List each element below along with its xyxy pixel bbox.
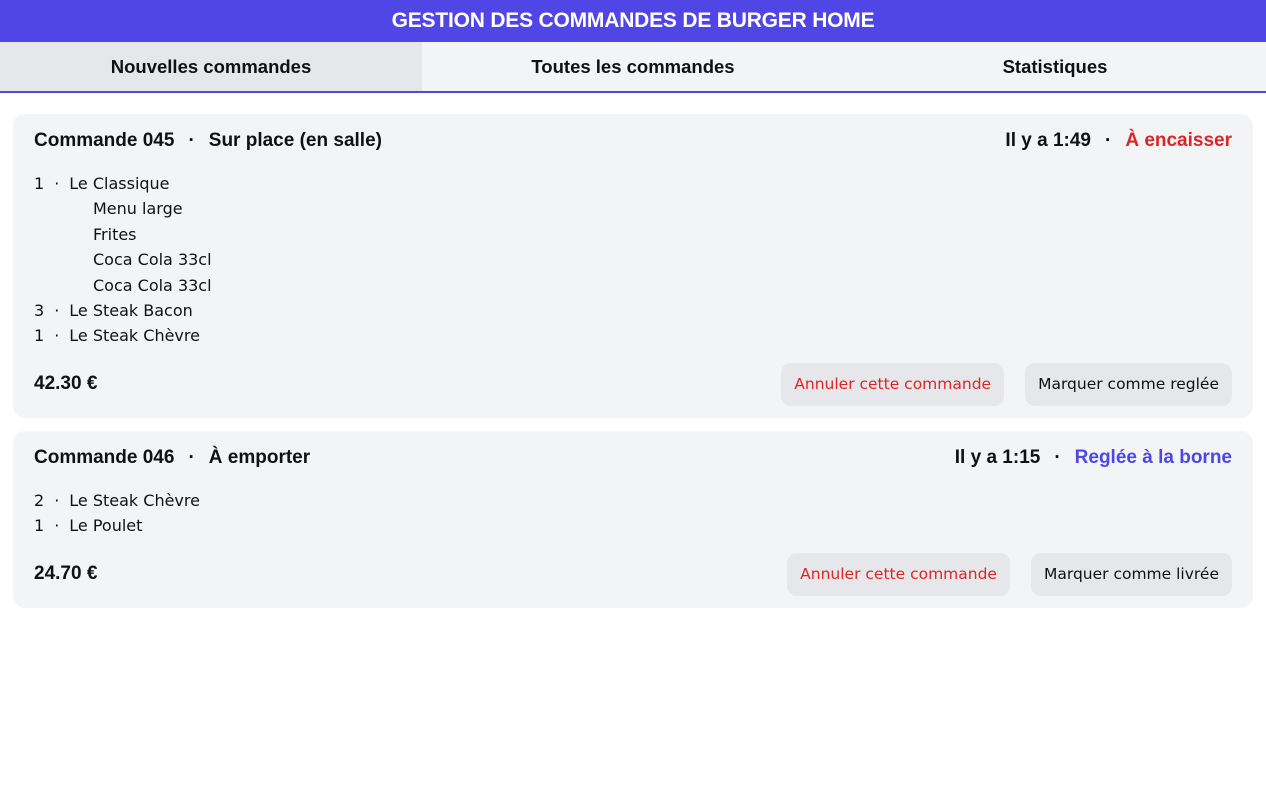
- order-header: Commande 046 · À emporter Il y a 1:15 · …: [34, 445, 1232, 471]
- order-mode: À emporter: [208, 446, 311, 468]
- cancel-order-button[interactable]: Annuler cette commande: [787, 552, 1010, 596]
- order-status: À encaisser: [1125, 130, 1232, 151]
- order-item: 1 · Le Poulet: [34, 513, 1232, 538]
- order-item: 2 · Le Steak Chèvre: [34, 488, 1232, 513]
- tab-bar: Nouvelles commandes Toutes les commandes…: [0, 42, 1266, 93]
- separator-dot: ·: [188, 446, 195, 468]
- order-elapsed-time: Il y a 1:49: [1005, 130, 1091, 151]
- mark-delivered-button[interactable]: Marquer comme livrée: [1030, 552, 1232, 596]
- order-footer: 42.30 € Annuler cette commande Marquer c…: [34, 362, 1232, 406]
- item-option: Menu large: [93, 199, 183, 219]
- tab-new-orders[interactable]: Nouvelles commandes: [0, 42, 422, 91]
- item-quantity: 1: [34, 174, 45, 193]
- order-number: Commande 045: [34, 130, 175, 151]
- item-quantity: 1: [34, 326, 45, 346]
- order-status: Reglée à la borne: [1074, 446, 1232, 468]
- order-card: Commande 046 · À emporter Il y a 1:15 · …: [13, 430, 1253, 608]
- separator-dot: ·: [54, 301, 60, 321]
- item-name: Le Steak Chèvre: [69, 326, 200, 346]
- order-footer: 24.70 € Annuler cette commande Marquer c…: [34, 552, 1232, 596]
- order-card: Commande 045 · Sur place (en salle) Il y…: [13, 114, 1253, 418]
- order-elapsed-time: Il y a 1:15: [954, 446, 1041, 468]
- item-quantity: 2: [34, 490, 45, 510]
- item-option: Frites: [93, 224, 137, 244]
- order-items: 2 · Le Steak Chèvre 1 · Le Poulet: [34, 488, 1232, 539]
- order-actions: Annuler cette commande Marquer comme reg…: [781, 362, 1232, 406]
- cancel-order-button[interactable]: Annuler cette commande: [781, 362, 1005, 406]
- item-name: Le Steak Bacon: [69, 301, 193, 321]
- separator-dot: ·: [188, 130, 195, 151]
- order-header: Commande 045 · Sur place (en salle) Il y…: [34, 128, 1232, 154]
- separator-dot: ·: [54, 516, 60, 536]
- separator-dot: ·: [54, 326, 60, 346]
- item-quantity: 1: [34, 516, 45, 536]
- item-name: Le Classique: [69, 174, 170, 193]
- orders-list: Commande 045 · Sur place (en salle) Il y…: [0, 93, 1266, 608]
- item-name: Le Steak Chèvre: [69, 490, 200, 510]
- order-item: 3 · Le Steak Bacon: [34, 298, 1232, 323]
- order-number: Commande 046: [34, 446, 175, 468]
- tab-all-orders[interactable]: Toutes les commandes: [422, 42, 844, 91]
- separator-dot: ·: [1104, 130, 1112, 151]
- tab-statistics[interactable]: Statistiques: [844, 42, 1266, 91]
- separator-dot: ·: [1054, 446, 1061, 468]
- separator-dot: ·: [54, 490, 60, 510]
- order-mode: Sur place (en salle): [208, 130, 382, 151]
- app-header: GESTION DES COMMANDES DE BURGER HOME: [0, 0, 1266, 42]
- item-name: Le Poulet: [69, 516, 143, 536]
- item-option: Coca Cola 33cl: [93, 275, 212, 295]
- order-items: 1 · Le Classique Menu large Frites Coca …: [34, 171, 1232, 349]
- order-item: 1 · Le Steak Chèvre: [34, 323, 1232, 348]
- separator-dot: ·: [54, 174, 60, 193]
- order-total: 24.70 €: [34, 563, 98, 585]
- item-quantity: 3: [34, 301, 45, 321]
- mark-paid-button[interactable]: Marquer comme reglée: [1025, 362, 1232, 406]
- order-total: 42.30 €: [34, 373, 98, 395]
- order-actions: Annuler cette commande Marquer comme liv…: [787, 552, 1232, 596]
- item-option: Coca Cola 33cl: [93, 250, 212, 270]
- app-title: GESTION DES COMMANDES DE BURGER HOME: [391, 9, 875, 32]
- order-item: 1 · Le Classique: [34, 171, 1232, 196]
